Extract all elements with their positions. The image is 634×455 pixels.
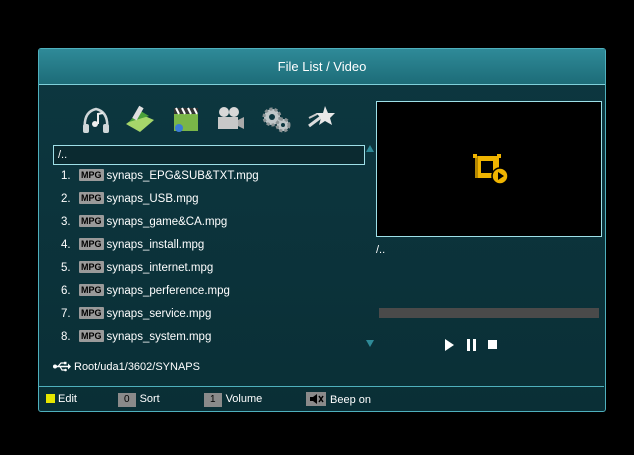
beep-hint[interactable]: Beep on <box>306 392 371 406</box>
list-item[interactable]: 4. MPG synaps_install.mpg <box>61 235 204 255</box>
list-item-index: 5. <box>61 262 71 274</box>
list-item-index: 2. <box>61 193 71 205</box>
edit-label: Edit <box>58 393 77 405</box>
current-path-label: Root/uda1/3602/SYNAPS <box>74 361 200 373</box>
current-path-status: Root/uda1/3602/SYNAPS <box>53 359 200 377</box>
yellow-key-icon <box>46 394 55 403</box>
list-item-index: 7. <box>61 308 71 320</box>
list-item[interactable]: 1. MPG synaps_EPG&SUB&TXT.mpg <box>61 166 259 186</box>
list-item-name: synaps_service.mpg <box>106 308 212 320</box>
list-item-name: synaps_perference.mpg <box>106 285 230 297</box>
playback-progress-bar[interactable] <box>379 308 599 318</box>
key-0-icon: 0 <box>118 393 136 407</box>
video-camera-icon[interactable] <box>213 102 247 136</box>
mpg-badge: MPG <box>79 169 104 181</box>
list-item-name: synaps_game&CA.mpg <box>106 216 228 228</box>
star-icon[interactable] <box>305 102 339 136</box>
mpg-badge: MPG <box>79 261 104 273</box>
mpg-badge: MPG <box>79 215 104 227</box>
page-title: File List / Video <box>39 49 605 85</box>
list-item-name: synaps_USB.mpg <box>106 193 199 205</box>
play-icon[interactable] <box>445 339 454 351</box>
sort-hint[interactable]: 0 Sort <box>118 392 160 407</box>
list-item-index: 8. <box>61 331 71 343</box>
key-1-icon: 1 <box>204 393 222 407</box>
parent-directory-label: /.. <box>58 149 68 161</box>
parent-directory-row[interactable]: /.. <box>53 145 365 165</box>
file-list-panel: File List / Video /.. 1. MPG synaps_EPG&… <box>38 48 606 412</box>
category-icon-bar <box>79 102 349 140</box>
video-file-icon <box>473 152 509 191</box>
beep-label: Beep on <box>330 394 371 406</box>
list-item-index: 4. <box>61 239 71 251</box>
mpg-badge: MPG <box>79 330 104 342</box>
picture-icon[interactable] <box>123 102 157 136</box>
list-item[interactable]: 3. MPG synaps_game&CA.mpg <box>61 212 227 232</box>
list-item-name: synaps_system.mpg <box>106 331 212 343</box>
list-item[interactable]: 2. MPG synaps_USB.mpg <box>61 189 199 209</box>
list-item[interactable]: 5. MPG synaps_internet.mpg <box>61 258 213 278</box>
mpg-badge: MPG <box>79 284 104 296</box>
music-icon[interactable] <box>79 102 113 136</box>
list-item-index: 3. <box>61 216 71 228</box>
mpg-badge: MPG <box>79 192 104 204</box>
pause-icon[interactable] <box>467 339 477 351</box>
list-item-index: 1. <box>61 170 71 182</box>
scroll-up-arrow-icon[interactable] <box>366 145 374 152</box>
usb-icon <box>53 361 71 377</box>
volume-hint[interactable]: 1 Volume <box>204 392 263 407</box>
stop-icon[interactable] <box>488 340 497 349</box>
list-item-name: synaps_internet.mpg <box>106 262 214 274</box>
mpg-badge: MPG <box>79 307 104 319</box>
video-preview <box>376 101 602 237</box>
list-item-name: synaps_EPG&SUB&TXT.mpg <box>106 170 259 182</box>
mpg-badge: MPG <box>79 238 104 250</box>
gears-icon[interactable] <box>259 102 293 136</box>
list-item[interactable]: 6. MPG synaps_perference.mpg <box>61 281 230 301</box>
volume-label: Volume <box>225 393 263 405</box>
footer-hint-bar: Edit 0 Sort 1 Volume Beep on <box>38 386 604 411</box>
mute-key-icon <box>306 392 326 406</box>
list-item[interactable]: 8. MPG synaps_system.mpg <box>61 327 211 347</box>
sort-label: Sort <box>139 393 160 405</box>
list-item-index: 6. <box>61 285 71 297</box>
movie-clapper-icon[interactable] <box>169 102 203 136</box>
scroll-down-arrow-icon[interactable] <box>366 340 374 347</box>
playback-controls <box>445 339 515 353</box>
list-item-name: synaps_install.mpg <box>106 239 205 251</box>
edit-hint[interactable]: Edit <box>46 392 77 406</box>
preview-path: /.. <box>376 244 386 256</box>
list-item[interactable]: 7. MPG synaps_service.mpg <box>61 304 211 324</box>
